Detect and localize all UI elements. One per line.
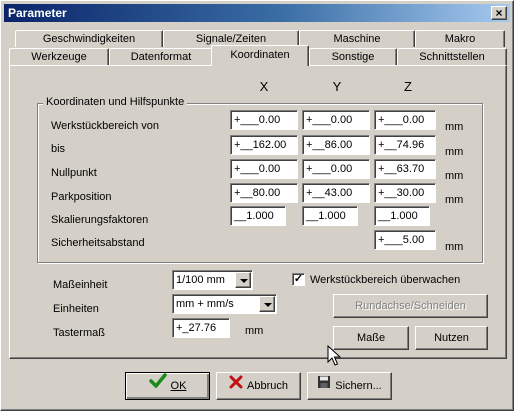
tab-datenformat[interactable]: Datenformat: [109, 48, 213, 65]
window-title: Parameter: [8, 6, 67, 20]
floppy-disk-icon: [317, 373, 331, 399]
row-label: Skalierungsfaktoren: [51, 214, 149, 226]
ok-button[interactable]: OK: [125, 372, 210, 400]
column-header-z: Z: [404, 79, 412, 94]
abbruch-label: Abbruch: [247, 380, 288, 392]
masseinheit-label: Maßeinheit: [53, 279, 108, 291]
masseinheit-select[interactable]: 1/100 mm: [172, 270, 253, 290]
einheiten-value: mm + mm/s: [176, 298, 234, 310]
werkstueck-von-y-field[interactable]: +___0.00: [302, 110, 370, 130]
tab-makro[interactable]: Makro: [415, 30, 505, 47]
werkstueck-bis-x-field[interactable]: +__162.00: [230, 135, 298, 155]
row-label: bis: [51, 143, 66, 155]
werkstueck-ueberwachen-checkbox[interactable]: ✓: [292, 273, 305, 286]
group-title: Koordinaten und Hilfspunkte: [43, 96, 188, 108]
column-header-x: X: [259, 79, 269, 94]
werkstueck-von-z-field[interactable]: +___0.00: [374, 110, 436, 130]
skalierung-y-field[interactable]: __1.000: [302, 206, 358, 226]
ok-label: OK: [170, 380, 187, 392]
unit-label: mm: [445, 121, 464, 133]
mouse-pointer-icon: [327, 344, 342, 370]
nullpunkt-z-field[interactable]: +__63.70: [374, 159, 436, 179]
nullpunkt-y-field[interactable]: +___0.00: [302, 159, 370, 179]
tab-koordinaten[interactable]: Koordinaten: [211, 45, 309, 66]
werkstueck-von-x-field[interactable]: +___0.00: [230, 110, 298, 130]
parkposition-y-field[interactable]: +__43.00: [302, 183, 370, 203]
nullpunkt-x-field[interactable]: +___0.00: [230, 159, 298, 179]
row-label: Nullpunkt: [51, 167, 97, 179]
werkstueck-bis-z-field[interactable]: +__74.96: [374, 135, 436, 155]
abbruch-button[interactable]: Abbruch: [216, 372, 301, 400]
row-label: Sicherheitsabstand: [51, 237, 145, 249]
chevron-down-icon[interactable]: [259, 296, 275, 312]
column-header-y: Y: [332, 79, 342, 94]
tab-schnittstellen[interactable]: Schnittstellen: [397, 48, 507, 65]
unit-label: mm: [445, 146, 464, 158]
unit-label: mm: [445, 241, 464, 253]
tab-maschine[interactable]: Maschine: [299, 30, 415, 47]
checkmark-icon: [148, 373, 167, 399]
title-bar: Parameter ×: [4, 4, 510, 22]
unit-label: mm: [245, 325, 264, 337]
unit-label: mm: [445, 170, 464, 182]
tab-sonstige[interactable]: Sonstige: [309, 48, 397, 65]
parkposition-x-field[interactable]: +__80.00: [230, 183, 298, 203]
tastermass-field[interactable]: +_27.76: [172, 318, 230, 338]
unit-label: mm: [445, 194, 464, 206]
werkstueck-ueberwachen-label[interactable]: Werkstückbereich überwachen: [310, 274, 460, 286]
chevron-down-icon[interactable]: [235, 272, 251, 288]
nutzen-button[interactable]: Nutzen: [415, 326, 488, 350]
sicherheitsabstand-field[interactable]: +___5.00: [374, 230, 436, 250]
einheiten-select[interactable]: mm + mm/s: [172, 294, 277, 314]
sichern-button[interactable]: Sichern...: [307, 372, 392, 400]
tab-geschwindigkeiten[interactable]: Geschwindigkeiten: [15, 30, 163, 47]
skalierung-z-field[interactable]: __1.000: [374, 206, 430, 226]
row-label: Werkstückbereich von: [51, 120, 160, 132]
parkposition-z-field[interactable]: +__30.00: [374, 183, 436, 203]
masse-button[interactable]: Maße: [333, 326, 409, 350]
sichern-label: Sichern...: [335, 380, 382, 392]
tastermass-label: Tastermaß: [53, 327, 105, 339]
werkstueck-bis-y-field[interactable]: +__86.00: [302, 135, 370, 155]
einheiten-label: Einheiten: [53, 303, 99, 315]
row-label: Parkposition: [51, 191, 112, 203]
masseinheit-value: 1/100 mm: [176, 274, 225, 286]
rundachse-schneiden-button[interactable]: Rundachse/Schneiden: [333, 294, 488, 318]
close-button[interactable]: ×: [491, 6, 507, 20]
parameter-dialog: Parameter × Geschwindigkeiten Signale/Ze…: [0, 0, 514, 411]
cancel-x-icon: [229, 373, 243, 399]
skalierung-x-field[interactable]: __1.000: [230, 206, 286, 226]
tab-werkzeuge[interactable]: Werkzeuge: [9, 48, 109, 65]
